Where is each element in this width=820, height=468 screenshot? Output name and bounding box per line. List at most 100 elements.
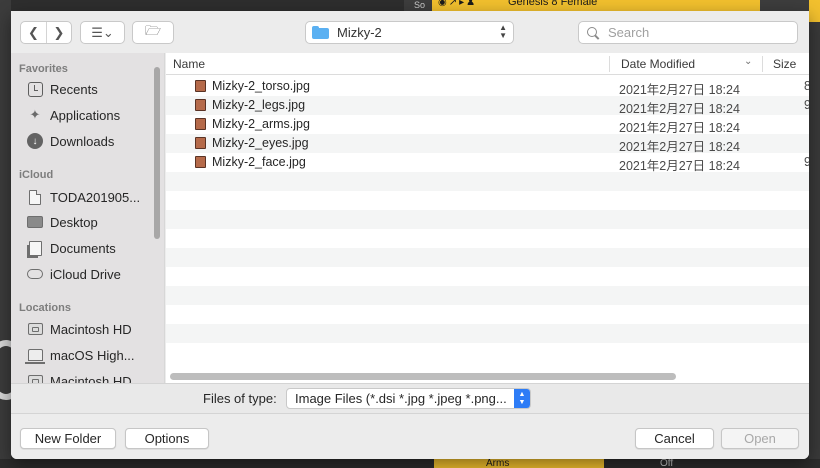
back-button[interactable]: ❮ [21,22,46,43]
sidebar-item-toda[interactable]: TODA201905... [27,185,155,209]
dialog-footer: New Folder Options Cancel Open [11,413,809,459]
empty-row [166,172,809,191]
drive-icon [27,373,43,383]
sidebar-item-label: TODA201905... [50,189,141,205]
empty-row [166,191,809,210]
sidebar-item-label: Documents [50,240,116,256]
sidebar-item-label: Recents [50,81,98,97]
file-size: 9 [804,155,809,169]
options-button[interactable]: Options [125,428,209,449]
sidebar-item-label: Downloads [50,133,115,149]
sidebar-item-label: Desktop [50,214,98,230]
sidebar-item-label: Applications [50,107,121,123]
empty-row [166,324,809,343]
sidebar-item-label: iCloud Drive [50,266,121,282]
horizontal-scrollbar[interactable] [170,373,676,380]
chevron-down-icon[interactable]: ⌄ [744,56,752,67]
drive-icon [27,321,43,337]
column-header-name[interactable]: Name [173,57,205,71]
sidebar-item-icloud-drive[interactable]: iCloud Drive [27,262,155,286]
sidebar-item-macintosh-hd[interactable]: Macintosh HD [27,317,155,341]
new-folder-icon: 🗁 [144,22,162,38]
file-list-header: Name Date Modified ⌄ Size [166,53,809,75]
column-header-date[interactable]: Date Modified [621,57,695,71]
file-row[interactable]: Mizky-2_face.jpg 2021年2月27日 18:24 9 [166,153,809,173]
list-view-icon: ☰⌄ [91,24,114,40]
background-outliner-label: Genesis 8 Female [508,0,598,8]
search-input[interactable] [608,25,788,40]
file-name: Mizky-2_torso.jpg [212,79,310,93]
applications-icon: ✦ [29,107,41,122]
folder-icon [312,26,329,39]
file-type-label: Files of type: [203,391,277,406]
sidebar: Favorites Recents ✦ Applications ↓ Downl… [11,53,165,383]
open-button[interactable]: Open [721,428,799,449]
file-row[interactable]: Mizky-2_legs.jpg 2021年2月27日 18:24 9 [166,96,809,116]
sidebar-item-recents[interactable]: Recents [27,77,155,101]
file-type-popup[interactable]: Image Files (*.dsi *.jpg *.jpeg *.png...… [286,388,531,409]
sidebar-scrollbar[interactable] [154,67,160,239]
file-name: Mizky-2_face.jpg [212,155,306,169]
sidebar-item-label: Macintosh HD [50,373,132,384]
empty-row [166,343,809,362]
sidebar-item-documents[interactable]: Documents [27,236,155,260]
search-icon [587,26,599,39]
file-name: Mizky-2_arms.jpg [212,117,310,131]
cancel-button[interactable]: Cancel [635,428,714,449]
cloud-icon [27,266,43,282]
new-folder-toolbar-button[interactable]: 🗁 [132,21,174,44]
clock-icon [27,81,43,97]
file-row[interactable]: Mizky-2_torso.jpg 2021年2月27日 18:24 8 [166,77,809,97]
column-divider[interactable] [609,56,610,72]
empty-row [166,267,809,286]
file-size: 8 [804,79,809,93]
sidebar-section-icloud: iCloud [19,169,54,181]
popup-arrows-icon: ▲ ▼ [499,23,507,40]
background-arms-tab [434,459,604,468]
file-row[interactable]: Mizky-2_eyes.jpg 2021年2月27日 18:24 [166,134,809,154]
documents-icon [27,240,43,256]
empty-row [166,286,809,305]
laptop-icon [24,347,45,364]
image-file-icon [195,137,206,149]
sidebar-section-favorites: Favorites [19,63,68,75]
image-file-icon [195,118,206,130]
file-row[interactable]: Mizky-2_arms.jpg 2021年2月27日 18:24 [166,115,809,135]
background-bottom-strip [0,459,820,468]
chevron-left-icon: ❮ [28,24,39,40]
sidebar-item-label: Macintosh HD [50,321,132,337]
forward-button[interactable]: ❯ [45,22,71,43]
file-list: Name Date Modified ⌄ Size Mizky-2_torso.… [166,53,809,383]
view-mode-button[interactable]: ☰⌄ [80,21,125,44]
path-popup-label: Mizky-2 [337,25,382,40]
open-file-dialog: ❮ ❯ ☰⌄ 🗁 Mizky-2 ▲▼ Favorites Recents ✦ … [11,11,809,459]
sidebar-item-macintosh-hd-2[interactable]: Macintosh HD [27,369,155,383]
column-header-size[interactable]: Size [773,57,796,71]
desktop-icon [27,214,43,230]
sidebar-item-downloads[interactable]: ↓ Downloads [27,129,155,153]
chevron-right-icon: ❯ [53,24,65,40]
background-arms-label: Arms [486,458,510,468]
background-side-text: So [414,0,426,10]
empty-row [166,305,809,324]
empty-row [166,210,809,229]
new-folder-button[interactable]: New Folder [20,428,116,449]
search-field[interactable] [578,21,798,44]
image-file-icon [195,99,206,111]
sidebar-item-desktop[interactable]: Desktop [27,210,155,234]
column-divider[interactable] [762,56,763,72]
sidebar-item-applications[interactable]: ✦ Applications [27,103,155,127]
sidebar-item-macos-high[interactable]: macOS High... [24,343,155,367]
empty-row [166,229,809,248]
file-size: 9 [804,98,809,112]
path-popup[interactable]: Mizky-2 ▲ ▼ [305,21,514,44]
visibility-icon: ◉↗▸♟ [438,0,478,8]
image-file-icon [195,156,206,168]
background-right-strip [809,0,820,468]
sidebar-section-locations: Locations [19,302,71,314]
image-file-icon [195,80,206,92]
file-name: Mizky-2_legs.jpg [212,98,306,112]
sidebar-item-label: macOS High... [50,347,135,363]
empty-row [166,248,809,267]
dialog-toolbar: ❮ ❯ ☰⌄ 🗁 Mizky-2 ▲ ▼ [11,11,809,53]
